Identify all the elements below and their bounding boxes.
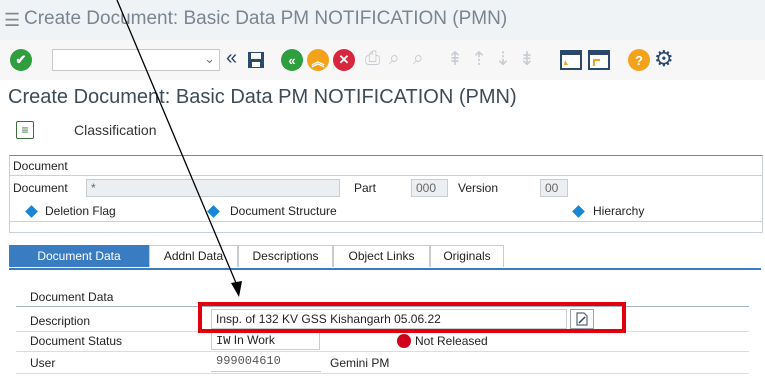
- description-highlight-box: [198, 302, 626, 333]
- tab-label: Originals: [443, 249, 491, 263]
- tab-label: Descriptions: [252, 249, 319, 263]
- release-status-text: Not Released: [415, 334, 488, 348]
- window-title-bar: ☰ Create Document: Basic Data PM NOTIFIC…: [0, 0, 765, 40]
- shortcut-icon[interactable]: [588, 50, 610, 70]
- save-icon[interactable]: [247, 51, 265, 69]
- group-divider: [10, 175, 762, 176]
- tab-descriptions[interactable]: Descriptions: [238, 245, 333, 267]
- find-next-icon[interactable]: ⌕: [413, 48, 424, 70]
- hierarchy-label: Hierarchy: [593, 204, 645, 218]
- tab-label: Document Data: [37, 249, 121, 263]
- version-label: Version: [458, 181, 499, 195]
- last-page-icon[interactable]: ⇟: [519, 48, 535, 71]
- document-group-title: Document: [13, 159, 68, 173]
- deletion-flag-label: Deletion Flag: [45, 204, 116, 218]
- document-number-value: *: [91, 181, 96, 195]
- window-title: Create Document: Basic Data PM NOTIFICAT…: [24, 8, 508, 29]
- cancel-icon[interactable]: ✕: [333, 49, 355, 71]
- settings-icon[interactable]: ⚙: [654, 46, 674, 72]
- release-status-icon: [397, 334, 411, 348]
- back-icon[interactable]: «: [281, 49, 303, 71]
- previous-screen-icon[interactable]: «: [226, 47, 237, 70]
- menu-icon[interactable]: ☰: [4, 10, 20, 31]
- tab-strip: Document Data Addnl Data Descriptions Ob…: [9, 243, 761, 270]
- help-icon[interactable]: ?: [628, 49, 650, 71]
- user-id-field[interactable]: 999004610: [211, 353, 321, 372]
- previous-page-icon[interactable]: ⇡: [471, 48, 487, 71]
- classification-label: Classification: [74, 122, 157, 138]
- tab-addnl-data[interactable]: Addnl Data: [149, 245, 238, 267]
- version-value: 00: [545, 181, 559, 195]
- document-status-label: Document Status: [30, 334, 123, 348]
- user-name: Gemini PM: [330, 356, 390, 370]
- first-page-icon[interactable]: ⇞: [447, 48, 463, 71]
- tab-document-data[interactable]: Document Data: [9, 245, 149, 267]
- document-structure-label: Document Structure: [230, 204, 337, 218]
- description-label: Description: [30, 314, 91, 328]
- part-field[interactable]: 000: [411, 179, 448, 197]
- command-field[interactable]: ⌄: [52, 49, 220, 71]
- tab-originals[interactable]: Originals: [430, 245, 504, 267]
- group-divider: [10, 221, 762, 222]
- find-icon[interactable]: ⌕: [389, 48, 400, 70]
- row-divider: [16, 373, 749, 374]
- row-divider: [16, 351, 749, 352]
- document-status-field[interactable]: IW In Work: [211, 331, 320, 350]
- tab-object-links[interactable]: Object Links: [333, 245, 430, 267]
- page-title: Create Document: Basic Data PM NOTIFICAT…: [8, 86, 517, 108]
- part-label: Part: [354, 181, 377, 195]
- exit-icon[interactable]: ︽: [307, 49, 329, 71]
- command-field-dropdown-icon[interactable]: ⌄: [204, 51, 215, 67]
- new-session-icon[interactable]: [560, 50, 582, 70]
- standard-toolbar: ✔ ⌄ « « ︽ ✕ ⎙ ⌕ ⌕ ⇞ ⇡ ⇣ ⇟ ? ⚙: [0, 40, 765, 80]
- classification-icon: ≡: [16, 121, 34, 139]
- print-icon[interactable]: ⎙: [365, 48, 380, 70]
- version-field[interactable]: 00: [540, 179, 568, 197]
- status-text: In Work: [233, 333, 275, 347]
- document-data-group-title: Document Data: [30, 290, 114, 304]
- next-page-icon[interactable]: ⇣: [495, 48, 511, 71]
- user-label: User: [30, 356, 56, 370]
- tab-label: Addnl Data: [163, 249, 224, 263]
- enter-check-icon[interactable]: ✔: [10, 49, 32, 71]
- tab-label: Object Links: [348, 249, 415, 263]
- status-code: IW: [216, 334, 231, 348]
- part-value: 000: [416, 181, 437, 195]
- user-id-value: 999004610: [216, 354, 281, 368]
- document-number-field[interactable]: *: [86, 179, 340, 197]
- document-label: Document: [13, 181, 68, 195]
